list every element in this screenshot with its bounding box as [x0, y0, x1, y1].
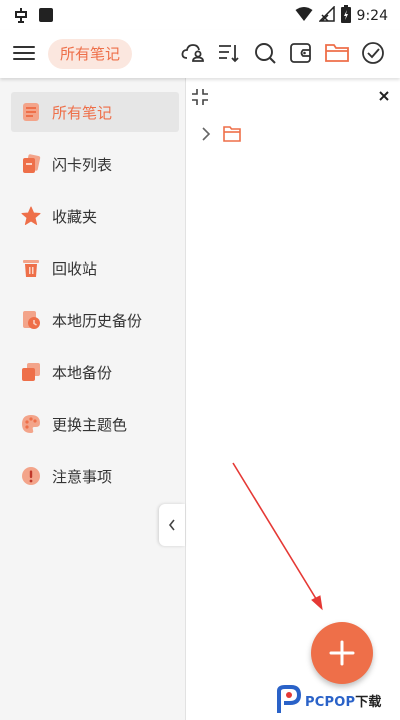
close-icon[interactable]: [377, 88, 391, 102]
pcpop-logo-icon: [277, 685, 301, 713]
note-icon: [21, 102, 41, 122]
folder-icon: [223, 126, 241, 146]
add-note-button[interactable]: [311, 622, 373, 684]
plus-icon: [329, 640, 355, 666]
wifi-icon: [295, 6, 313, 26]
sidebar-item-all-notes[interactable]: 所有笔记: [11, 92, 179, 132]
bug-app-icon: [12, 6, 30, 28]
sidebar-item-label: 注意事项: [52, 467, 113, 486]
sidebar-item-local-history-backup[interactable]: 本地历史备份: [11, 300, 179, 340]
sidebar-item-label: 收藏夹: [52, 207, 98, 226]
palette-icon: [21, 414, 41, 434]
trash-icon: [21, 258, 41, 278]
sidebar-item-recycle-bin[interactable]: 回收站: [11, 248, 179, 288]
sidebar-item-local-backup[interactable]: 本地备份: [11, 352, 179, 392]
clock: 9:24: [356, 8, 388, 24]
sidebar-item-label: 本地备份: [52, 363, 113, 382]
sidebar-item-label: 本地历史备份: [52, 311, 143, 330]
battery-charging-icon: [340, 5, 351, 27]
flashcard-icon: [21, 154, 41, 174]
watermark-brand: PCPOP: [305, 694, 356, 710]
sidebar-item-notes[interactable]: 注意事项: [11, 456, 179, 496]
page-title[interactable]: 所有笔记: [48, 39, 133, 69]
sidebar-item-favorites[interactable]: 收藏夹: [11, 196, 179, 236]
chevron-left-icon: [168, 519, 175, 531]
chevron-right-icon[interactable]: [201, 126, 211, 146]
sidebar: 所有笔记 闪卡列表 收藏夹 回收站 本地历史备份 本地备份 更换主题色 注意事项: [0, 78, 186, 720]
menu-icon[interactable]: [12, 42, 36, 66]
sidebar-item-flashcards[interactable]: 闪卡列表: [11, 144, 179, 184]
backup-icon: [21, 362, 41, 382]
star-icon: [21, 206, 41, 226]
sidebar-item-label: 更换主题色: [52, 415, 128, 434]
tree-folder-row[interactable]: [201, 126, 241, 146]
sidebar-item-label: 闪卡列表: [52, 155, 113, 174]
watermark-suffix: 下载: [355, 694, 382, 710]
wallet-icon[interactable]: [288, 40, 314, 66]
toolbar: [180, 40, 386, 66]
status-bar: 9:24: [0, 0, 400, 30]
check-circle-icon[interactable]: [360, 40, 386, 66]
square-notification-icon: [38, 7, 54, 27]
warning-icon: [21, 466, 41, 486]
search-icon[interactable]: [252, 40, 278, 66]
watermark: PCPOP下载: [275, 683, 397, 717]
sort-icon[interactable]: [216, 40, 242, 66]
sidebar-item-label: 回收站: [52, 259, 98, 278]
cloud-user-icon[interactable]: [180, 40, 206, 66]
sidebar-item-change-theme[interactable]: 更换主题色: [11, 404, 179, 444]
no-signal-icon: [317, 5, 335, 26]
collapse-sidebar-button[interactable]: [159, 504, 185, 546]
collapse-all-icon[interactable]: [191, 88, 209, 106]
app-bar: 所有笔记: [0, 30, 400, 78]
sidebar-item-label: 所有笔记: [52, 103, 113, 122]
folder-icon[interactable]: [324, 40, 350, 66]
history-backup-icon: [21, 310, 41, 330]
folder-tree-panel: [187, 78, 400, 720]
